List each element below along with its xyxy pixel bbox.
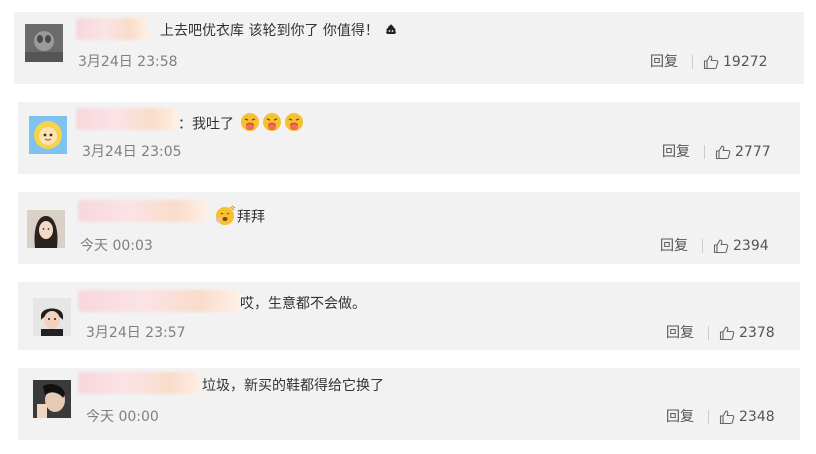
reply-button[interactable]: 回复 xyxy=(666,408,694,426)
comment-actions: 回复 2777 xyxy=(662,143,771,161)
avatar[interactable] xyxy=(33,380,71,418)
avatar[interactable] xyxy=(25,24,63,62)
comment-text-content: 哎，生意都不会做。 xyxy=(240,296,366,312)
thumbs-up-icon xyxy=(703,55,719,70)
divider xyxy=(702,239,703,253)
username-blurred[interactable] xyxy=(78,290,240,312)
comment-text: 上去吧优衣库 该轮到你了 你值得！ xyxy=(160,22,397,40)
comment-text-content: 拜拜 xyxy=(237,209,265,226)
like-button[interactable]: 19272 xyxy=(703,53,768,71)
comment-item: 拜拜 今天 00:03 回复 2394 xyxy=(18,192,800,264)
comment-text-content: 上去吧优衣库 该轮到你了 你值得！ xyxy=(160,23,379,39)
divider xyxy=(708,410,709,424)
comment-time: 今天 00:00 xyxy=(86,409,159,425)
like-button[interactable]: 2394 xyxy=(713,237,769,255)
comment-actions: 回复 2348 xyxy=(666,408,775,426)
comment-time: 3月24日 23:57 xyxy=(86,325,186,341)
thumbs-up-icon xyxy=(713,239,729,254)
reply-button[interactable]: 回复 xyxy=(650,53,678,71)
username-blurred[interactable] xyxy=(76,18,148,40)
comment-actions: 回复 2394 xyxy=(660,237,769,255)
comment-actions: 回复 19272 xyxy=(650,53,768,71)
like-count: 2378 xyxy=(739,325,775,341)
avatar[interactable] xyxy=(27,210,65,248)
reply-button[interactable]: 回复 xyxy=(662,143,690,161)
comment-list: 上去吧优衣库 该轮到你了 你值得！ 3月24日 23:58 回复 19272 ：… xyxy=(0,0,816,454)
like-button[interactable]: 2378 xyxy=(719,324,775,342)
username-blurred[interactable] xyxy=(78,200,208,222)
comment-item: 垃圾，新买的鞋都得给它换了 今天 00:00 回复 2348 xyxy=(18,368,800,440)
thumbs-up-icon xyxy=(719,326,735,341)
comment-item: 哎，生意都不会做。 3月24日 23:57 回复 2378 xyxy=(18,282,800,350)
comment-actions: 回复 2378 xyxy=(666,324,775,342)
comment-text: 哎，生意都不会做。 xyxy=(240,295,366,313)
comment-text: ：我吐了 xyxy=(178,112,304,137)
like-button[interactable]: 2777 xyxy=(715,143,771,161)
comment-text-content: ：我吐了 xyxy=(178,116,234,133)
like-count: 19272 xyxy=(723,54,768,70)
comment-text-content: 垃圾，新买的鞋都得给它换了 xyxy=(202,378,384,394)
comment-text: 拜拜 xyxy=(214,204,265,231)
like-count: 2777 xyxy=(735,144,771,160)
thumbs-up-icon xyxy=(719,410,735,425)
username-blurred[interactable] xyxy=(76,108,178,130)
comment-item: 上去吧优衣库 该轮到你了 你值得！ 3月24日 23:58 回复 19272 xyxy=(14,12,804,84)
divider xyxy=(708,326,709,340)
vomit-face-icon xyxy=(284,112,304,137)
comment-time: 3月24日 23:05 xyxy=(82,144,182,160)
comment-time: 今天 00:03 xyxy=(80,238,153,254)
like-button[interactable]: 2348 xyxy=(719,408,775,426)
like-count: 2394 xyxy=(733,238,769,254)
vomit-face-icon xyxy=(262,112,282,137)
comment-item: ：我吐了 3月24日 23:05 回复 2777 xyxy=(18,102,800,174)
username-blurred[interactable] xyxy=(78,372,202,394)
avatar[interactable] xyxy=(33,298,71,336)
divider xyxy=(704,145,705,159)
reply-button[interactable]: 回复 xyxy=(666,324,694,342)
wave-face-icon xyxy=(214,204,236,231)
like-count: 2348 xyxy=(739,409,775,425)
vomit-face-icon xyxy=(240,112,260,137)
comment-time: 3月24日 23:58 xyxy=(78,54,178,70)
reply-button[interactable]: 回复 xyxy=(660,237,688,255)
thumbs-up-icon xyxy=(715,145,731,160)
poop-icon xyxy=(385,22,397,40)
avatar[interactable] xyxy=(29,116,67,154)
comment-text: 垃圾，新买的鞋都得给它换了 xyxy=(202,377,384,395)
divider xyxy=(692,55,693,69)
